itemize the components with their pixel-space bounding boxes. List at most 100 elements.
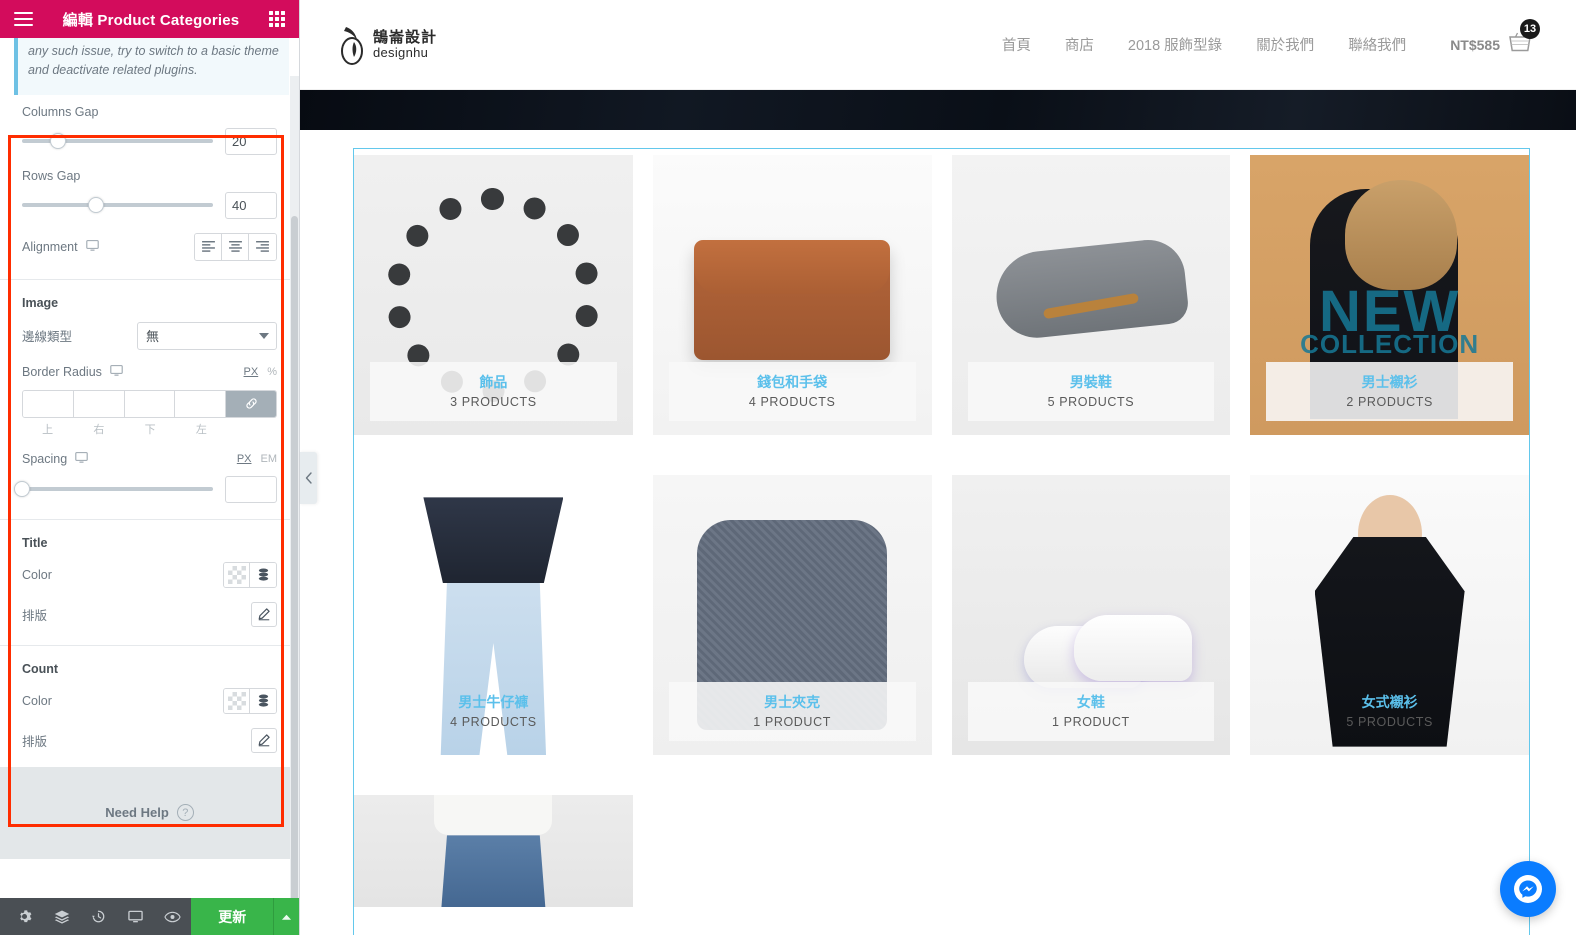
hero-dark-band [300,90,1576,130]
history-icon[interactable] [80,898,117,935]
category-card[interactable]: 男裝鞋 5 PRODUCTS [951,155,1231,435]
category-title[interactable]: 女鞋 [972,692,1211,713]
color-picker-button[interactable] [224,562,250,587]
preview-icon[interactable] [154,898,191,935]
count-section-title: Count [22,661,59,676]
messenger-icon[interactable] [1500,861,1556,917]
columns-gap-slider[interactable] [22,133,213,150]
category-card[interactable]: 錢包和手袋 4 PRODUCTS [652,155,932,435]
category-card[interactable] [354,795,633,907]
category-title[interactable]: 錢包和手袋 [673,372,912,393]
category-count: 4 PRODUCTS [450,715,537,729]
pencil-icon[interactable] [251,727,277,753]
pencil-icon[interactable] [251,601,277,627]
title-typography-control: 排版 [22,601,277,627]
columns-gap-input[interactable] [225,127,277,155]
panel-header: 編輯 Product Categories [0,0,299,38]
border-radius-bottom-input[interactable] [124,390,176,417]
category-title[interactable]: 男士夾克 [673,692,912,713]
nav-link-contact[interactable]: 聯絡我們 [1348,34,1406,55]
category-title[interactable]: 男士牛仔褲 [374,692,613,713]
side-label-top: 上 [42,423,54,436]
border-radius-right-input[interactable] [73,390,125,417]
category-card-placeholder [951,795,1231,907]
site-logo[interactable]: 鵠崙設計 designhu [340,23,437,67]
responsive-desktop-icon[interactable] [110,364,123,380]
update-button[interactable]: 更新 [191,898,274,935]
category-label: 女式襯衫 5 PRODUCTS [1266,682,1513,741]
side-label-bottom: 下 [144,423,156,436]
align-center-button[interactable] [222,233,249,260]
border-type-select[interactable]: 無 [137,321,277,350]
panel-collapse-handle[interactable] [300,452,317,504]
rows-gap-input[interactable] [225,191,277,219]
site-nav: 首頁 商店 2018 服飾型錄 關於我們 聯絡我們 NT$585 13 [1002,19,1540,58]
border-type-label: 邊線類型 [22,330,73,345]
global-color-icon[interactable] [250,688,276,713]
category-count: 5 PRODUCTS [1047,395,1135,409]
responsive-desktop-icon[interactable] [85,239,99,255]
responsive-icon[interactable] [117,898,154,935]
unit-percent-button[interactable]: % [267,366,277,378]
border-radius-inputs [22,389,277,418]
category-title[interactable]: 男士襯衫 [1270,372,1509,393]
category-card[interactable]: 女式襯衫 5 PRODUCTS [1250,475,1529,755]
rows-gap-slider[interactable] [22,197,213,214]
spacing-control: Spacing PX EM [14,451,278,503]
category-card[interactable]: 男士牛仔褲 4 PRODUCTS [354,475,633,755]
global-color-icon[interactable] [250,562,276,587]
chevron-up-icon[interactable] [273,898,299,935]
product-categories-grid-row3 [300,795,1576,907]
border-radius-label: Border Radius [22,364,102,379]
category-card-placeholder [652,795,932,907]
category-title[interactable]: 飾品 [374,372,613,393]
question-icon[interactable]: ? [176,804,194,822]
title-section-title: Title [22,535,48,550]
logo-text-en: designhu [373,44,429,60]
unit-px-button[interactable]: PX [244,366,259,378]
category-title[interactable]: 男裝鞋 [972,372,1211,393]
spacing-slider[interactable] [14,481,213,498]
align-right-button[interactable] [249,233,276,260]
category-card[interactable]: 飾品 3 PRODUCTS [354,155,633,435]
nav-link-catalog[interactable]: 2018 服飾型錄 [1128,34,1222,55]
need-help-button[interactable]: Need Help ? [105,804,194,822]
settings-icon[interactable] [6,898,43,935]
category-card[interactable]: 男士夾克 1 PRODUCT [652,475,932,755]
cart-badge: 13 [1520,19,1540,39]
nav-link-home[interactable]: 首頁 [1002,34,1031,55]
panel-scrollbar[interactable] [290,76,299,898]
panel-scrollbar-thumb[interactable] [291,216,298,898]
spacing-input[interactable] [225,475,277,503]
layers-icon[interactable] [43,898,80,935]
alignment-button-group [194,232,277,261]
count-section: Count Color 排版 [0,646,299,767]
hamburger-icon[interactable] [14,12,33,26]
category-card-placeholder [1250,795,1529,907]
responsive-desktop-icon[interactable] [75,451,88,467]
panel-scroll-area[interactable]: any such issue, try to switch to a basic… [0,38,299,898]
color-picker-button[interactable] [224,688,250,713]
grid-icon[interactable] [269,11,285,27]
category-count: 1 PRODUCT [753,715,831,729]
category-label: 女鞋 1 PRODUCT [967,682,1215,741]
side-label-right: 右 [93,423,105,436]
category-card[interactable]: NEW COLLECTION 男士襯衫 2 PRODUCTS [1250,155,1529,435]
unit-em-button[interactable]: EM [261,453,278,465]
border-radius-top-input[interactable] [23,390,74,417]
count-color-control: Color [22,687,277,714]
border-radius-left-input[interactable] [175,390,226,417]
nav-link-about[interactable]: 關於我們 [1256,34,1314,55]
image-section-title: Image [22,295,59,310]
nav-link-shop[interactable]: 商店 [1065,34,1094,55]
category-card[interactable]: 女鞋 1 PRODUCT [951,475,1231,755]
category-title[interactable]: 女式襯衫 [1270,692,1509,713]
border-radius-side-labels: 上 右 下 左 [22,421,277,437]
align-left-button[interactable] [195,233,222,260]
unit-px-button[interactable]: PX [237,453,252,465]
border-radius-units: PX % [244,366,277,378]
cart-widget[interactable]: NT$585 13 [1450,19,1540,58]
category-count: 3 PRODUCTS [450,395,537,409]
link-icon[interactable] [226,390,276,417]
category-image [354,795,633,907]
